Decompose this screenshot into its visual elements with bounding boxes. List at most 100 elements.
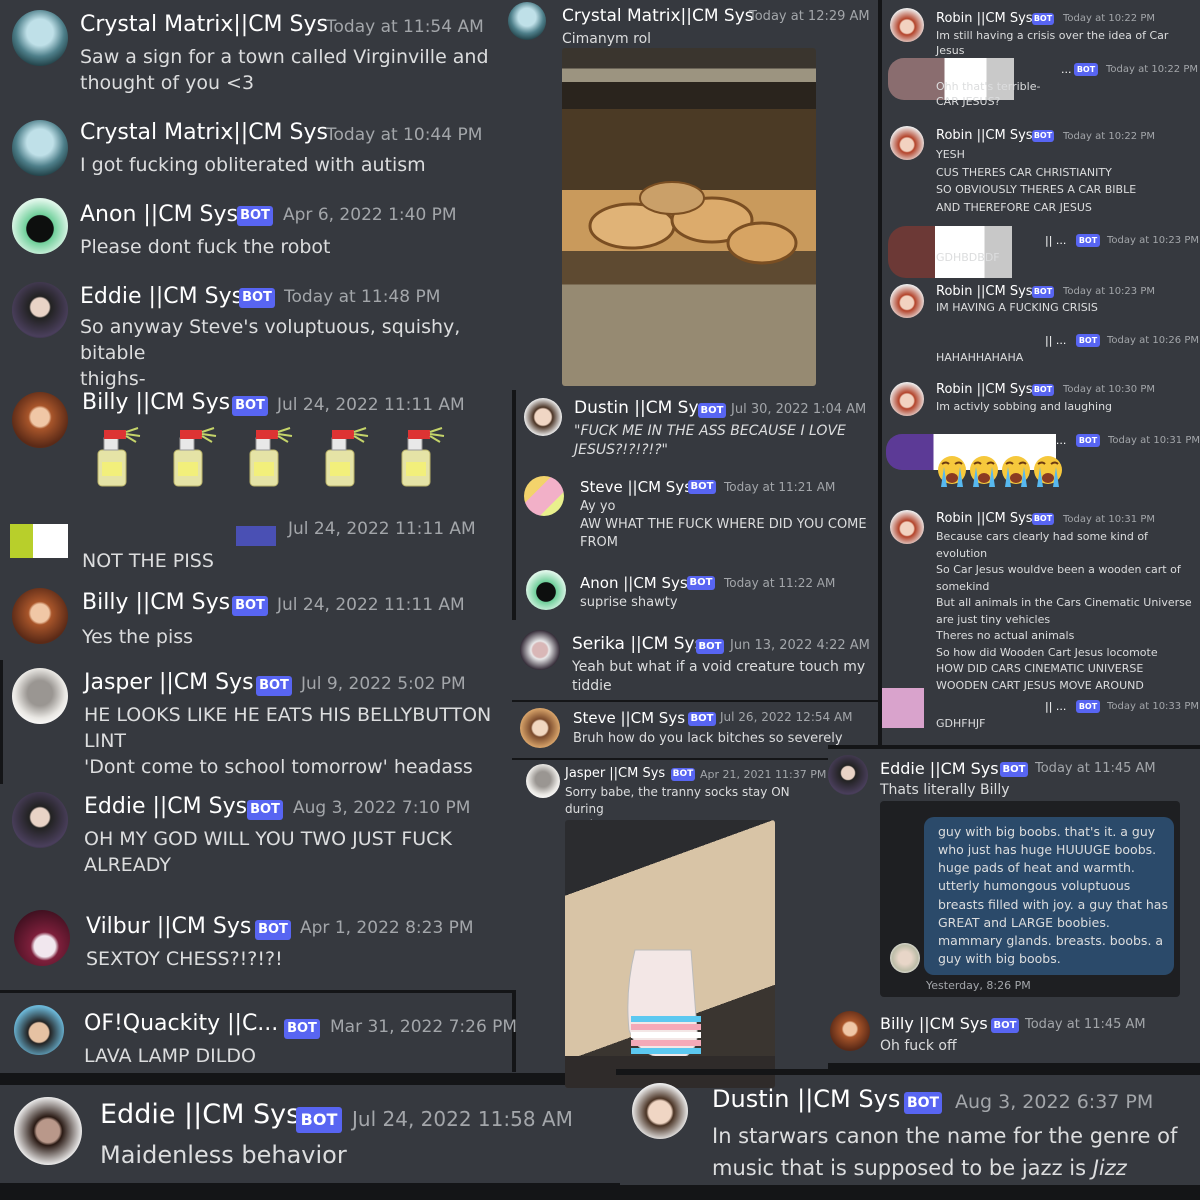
bot-badge: BOT — [1032, 13, 1054, 25]
message-text: "FUCK ME IN THE ASS BECAUSE I LOVE JESUS… — [574, 423, 846, 459]
cinnamon-rolls-photo[interactable] — [562, 48, 816, 386]
eddie-avatar[interactable] — [12, 792, 68, 848]
eddie-avatar[interactable] — [828, 755, 868, 795]
billy-avatar[interactable] — [12, 392, 68, 448]
timestamp: Today at 11:48 PM — [284, 287, 441, 307]
jasper-avatar[interactable] — [12, 668, 68, 724]
author-name[interactable]: Serika ||CM Sys — [572, 634, 703, 654]
message-eddie-1: Eddie ||CM Sys BOT Today at 11:48 PM So … — [0, 274, 512, 390]
message-eddie-4: Eddie ||CM Sys BOT Today at 11:45 AM Tha… — [828, 749, 1200, 1001]
embedded-screenshot[interactable]: guy with big boobs. that's it. a guy who… — [880, 801, 1180, 997]
author-name[interactable]: Crystal Matrix||CM Sys — [562, 6, 754, 26]
author-name[interactable]: Eddie ||CM Sys — [880, 759, 999, 778]
robin-avatar[interactable] — [890, 284, 924, 318]
message-text: Oh fuck off — [880, 1038, 957, 1054]
message-dustin-1: Dustin ||CM Sys BOT Jul 30, 2022 1:04 AM… — [516, 392, 878, 468]
author-name[interactable]: Steve ||CM Sys — [573, 709, 685, 727]
author-name[interactable]: Anon ||CM Sys — [580, 574, 688, 592]
quackity-avatar[interactable] — [14, 1005, 64, 1055]
redacted-avatar — [10, 524, 68, 558]
timestamp: Aug 3, 2022 6:37 PM — [955, 1091, 1154, 1113]
timestamp: Today at 10:26 PM — [1107, 335, 1199, 346]
bot-badge: BOT — [247, 800, 283, 820]
steve-avatar[interactable] — [524, 476, 564, 516]
eddie-real-avatar[interactable] — [14, 1097, 82, 1165]
socks-photo[interactable] — [565, 820, 775, 1088]
dustin-avatar[interactable] — [524, 398, 562, 436]
author-name[interactable]: Vilbur ||CM Sys — [86, 914, 251, 939]
author-name[interactable]: || ... — [1045, 234, 1066, 247]
timestamp: Jun 13, 2022 4:22 AM — [730, 638, 870, 653]
message-robin-3: Robin ||CM Sys BOT Today at 10:23 PM IM … — [878, 280, 1200, 330]
billy-avatar[interactable] — [830, 1011, 870, 1051]
message-crystal-matrix-3: Crystal Matrix||CM Sys Today at 12:29 AM… — [500, 0, 878, 390]
timestamp: Today at 10:22 PM — [1063, 13, 1155, 24]
timestamp: Today at 10:31 PM — [1108, 435, 1200, 446]
timestamp: Today at 11:45 AM — [1035, 761, 1156, 776]
author-name[interactable]: || ... — [1045, 700, 1066, 713]
bot-badge: BOT — [237, 206, 273, 226]
oven-rolls-icon — [588, 181, 798, 265]
skull-avatar[interactable] — [12, 10, 68, 66]
message-dustin-2: Dustin ||CM Sys BOT Aug 3, 2022 6:37 PM … — [620, 1075, 1200, 1185]
steve-avatar[interactable] — [520, 708, 560, 748]
bot-badge: BOT — [671, 768, 695, 781]
author-name[interactable]: Dustin ||CM Sys — [712, 1085, 900, 1113]
hooded-avatar[interactable] — [526, 570, 566, 610]
emphasis-text: Jizz — [1092, 1155, 1127, 1180]
author-name[interactable]: Robin ||CM Sys — [936, 284, 1033, 299]
robin-avatar[interactable] — [890, 8, 924, 42]
author-name[interactable]: OF!Quackity ||C... — [84, 1011, 278, 1036]
eddie-avatar[interactable] — [12, 282, 68, 338]
author-name[interactable]: Jasper ||CM Sys — [565, 766, 665, 781]
divider — [616, 1185, 1200, 1200]
author-name[interactable]: ... — [1061, 63, 1072, 76]
author-name[interactable]: Anon ||CM Sys — [80, 202, 238, 227]
message-text: In starwars canon the name for the genre… — [712, 1121, 1192, 1184]
author-name[interactable]: Steve ||CM Sys — [580, 478, 692, 496]
author-name[interactable]: Crystal Matrix||CM Sys — [80, 12, 328, 37]
author-name[interactable]: Robin ||CM Sys — [936, 511, 1033, 526]
skull-avatar[interactable] — [508, 2, 546, 40]
quoted-text: guy with big boobs. that's it. a guy who… — [938, 824, 1168, 966]
skull-avatar[interactable] — [12, 120, 68, 176]
message-redacted-6: || ... BOT Today at 10:33 PM GDHFHJF — [878, 686, 1200, 745]
author-name[interactable]: Eddie ||CM Sys — [100, 1099, 300, 1130]
timestamp: Today at 12:29 AM — [749, 9, 870, 24]
billy-avatar[interactable] — [12, 588, 68, 644]
timestamp: Apr 6, 2022 1:40 PM — [283, 205, 457, 225]
author-name[interactable]: Robin ||CM Sys — [936, 11, 1033, 26]
message-eddie-2: Eddie ||CM Sys BOT Aug 3, 2022 7:10 PM O… — [0, 784, 512, 902]
author-name[interactable]: Robin ||CM Sys — [936, 382, 1033, 397]
robin-avatar[interactable] — [890, 126, 924, 160]
author-name[interactable]: Billy ||CM Sys — [82, 590, 230, 615]
author-name[interactable]: Billy ||CM Sys — [82, 390, 230, 415]
message-eddie-3: Eddie ||CM Sys BOT Jul 24, 2022 11:58 AM… — [0, 1085, 620, 1183]
bot-badge: BOT — [1076, 700, 1100, 713]
message-text: YESH CUS THERES CAR CHRISTIANITY SO OBVI… — [936, 148, 1137, 214]
bot-badge: BOT — [991, 1018, 1019, 1033]
vilbur-avatar[interactable] — [14, 910, 70, 966]
robin-avatar[interactable] — [890, 382, 924, 416]
message-text: Bruh how do you lack bitches so severely — [573, 731, 843, 746]
bot-badge: BOT — [1032, 384, 1054, 396]
author-name[interactable]: Crystal Matrix||CM Sys — [80, 120, 328, 145]
author-name[interactable]: || ... — [1045, 334, 1066, 347]
message-robin-1: Robin ||CM Sys BOT Today at 10:22 PM Im … — [878, 0, 1200, 57]
bot-badge: BOT — [904, 1092, 942, 1114]
bot-badge: BOT — [698, 403, 726, 418]
author-name[interactable]: Dustin ||CM Sys — [574, 398, 707, 418]
bot-badge: BOT — [1076, 234, 1100, 247]
author-name[interactable]: Robin ||CM Sys — [936, 128, 1033, 143]
bot-badge: BOT — [1032, 513, 1054, 525]
dustin-avatar[interactable] — [632, 1083, 688, 1139]
robin-avatar[interactable] — [890, 510, 924, 544]
author-name[interactable]: Billy ||CM Sys — [880, 1014, 988, 1033]
hooded-avatar[interactable] — [12, 198, 68, 254]
author-name[interactable]: Eddie ||CM Sys — [84, 794, 247, 819]
author-name[interactable]: Eddie ||CM Sys — [80, 284, 243, 309]
serika-avatar[interactable] — [520, 630, 560, 670]
message-steve-1: Steve ||CM Sys BOT Today at 11:21 AM Ay … — [516, 468, 878, 564]
jasper-avatar[interactable] — [526, 764, 560, 798]
author-name[interactable]: Jasper ||CM Sys — [84, 670, 254, 695]
